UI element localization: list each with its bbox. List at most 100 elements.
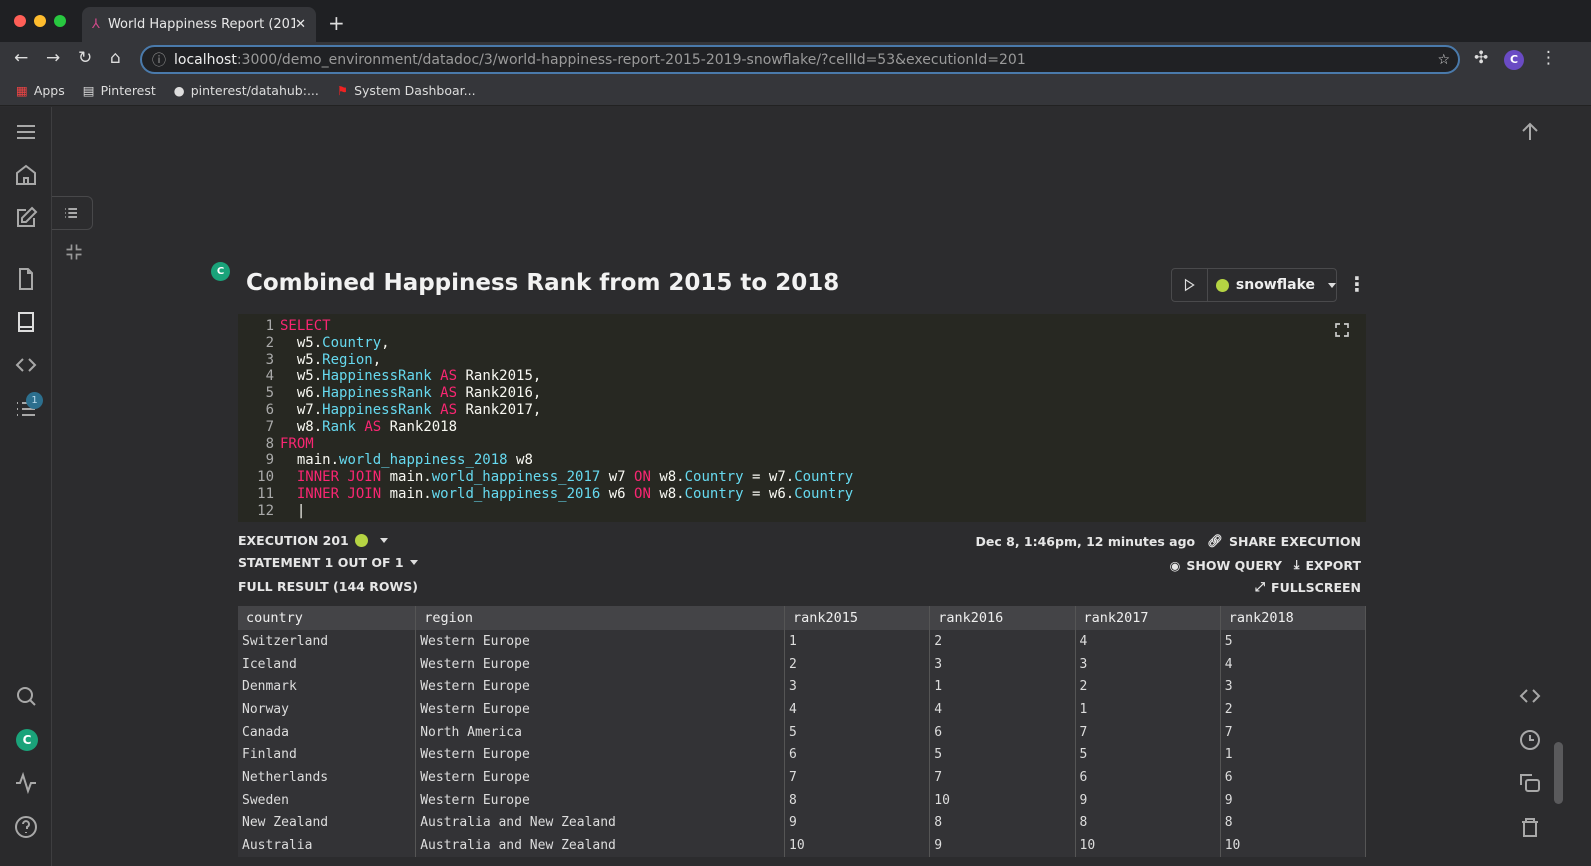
column-header-rank2017[interactable]: rank2017 bbox=[1075, 606, 1221, 630]
edit-icon[interactable] bbox=[14, 206, 38, 230]
expand-editor-icon[interactable] bbox=[1334, 322, 1350, 338]
table-cell[interactable]: New Zealand bbox=[238, 811, 417, 835]
table-cell[interactable]: 7 bbox=[929, 766, 1076, 789]
table-cell[interactable]: North America bbox=[415, 720, 786, 744]
table-cell[interactable]: 4 bbox=[1220, 652, 1367, 676]
table-cell[interactable]: 4 bbox=[784, 698, 931, 721]
table-cell[interactable]: 3 bbox=[1220, 675, 1367, 699]
back-icon[interactable]: ← bbox=[14, 48, 28, 68]
table-cell[interactable]: Western Europe bbox=[415, 743, 786, 767]
table-cell[interactable]: 8 bbox=[1075, 811, 1221, 835]
home-icon[interactable] bbox=[14, 163, 38, 187]
copy-icon[interactable] bbox=[1518, 771, 1542, 795]
table-cell[interactable]: 9 bbox=[929, 834, 1076, 857]
table-cell[interactable]: 3 bbox=[784, 675, 931, 699]
share-execution-button[interactable]: SHARE EXECUTION bbox=[1229, 534, 1361, 549]
column-header-rank2018[interactable]: rank2018 bbox=[1220, 606, 1367, 630]
table-cell[interactable]: 2 bbox=[929, 630, 1076, 653]
execution-selector[interactable]: EXECUTION 201 bbox=[238, 533, 388, 548]
table-cell[interactable]: 1 bbox=[784, 630, 931, 653]
table-cell[interactable]: 1 bbox=[1220, 743, 1367, 767]
table-cell[interactable]: 10 bbox=[1220, 834, 1367, 857]
more-options-icon[interactable]: ⋮ bbox=[1347, 272, 1367, 296]
close-window-button[interactable] bbox=[14, 15, 26, 27]
new-tab-button[interactable]: + bbox=[328, 11, 345, 35]
browser-menu-icon[interactable]: ⋮ bbox=[1540, 48, 1557, 68]
bookmark-datahub[interactable]: ● pinterest/datahub:... bbox=[174, 83, 319, 98]
table-cell[interactable]: 5 bbox=[1220, 630, 1367, 653]
table-cell[interactable]: Western Europe bbox=[415, 788, 786, 812]
bookmark-apps[interactable]: ▦ Apps bbox=[16, 83, 65, 98]
table-cell[interactable]: 8 bbox=[784, 788, 931, 812]
bookmark-system-dashboard[interactable]: ⚑ System Dashboar... bbox=[337, 83, 476, 98]
collapse-icon[interactable] bbox=[64, 242, 84, 262]
table-cell[interactable]: Denmark bbox=[238, 675, 417, 699]
table-cell[interactable]: 9 bbox=[1075, 788, 1221, 812]
reload-icon[interactable]: ↻ bbox=[78, 48, 92, 68]
table-cell[interactable]: Western Europe bbox=[415, 766, 786, 789]
code-icon[interactable] bbox=[1518, 684, 1542, 708]
activity-icon[interactable] bbox=[14, 771, 38, 795]
table-cell[interactable]: Australia bbox=[238, 834, 417, 857]
table-cell[interactable]: 1 bbox=[929, 675, 1076, 699]
table-cell[interactable]: 9 bbox=[784, 811, 931, 835]
table-cell[interactable]: 3 bbox=[1075, 652, 1221, 676]
table-of-contents-button[interactable] bbox=[52, 196, 93, 230]
table-cell[interactable]: Norway bbox=[238, 698, 417, 721]
table-cell[interactable]: Western Europe bbox=[415, 675, 786, 699]
scroll-to-top-icon[interactable] bbox=[1518, 120, 1542, 144]
table-cell[interactable]: Western Europe bbox=[415, 652, 786, 676]
bookmark-pinterest[interactable]: ▤ Pinterest bbox=[83, 83, 156, 98]
table-cell[interactable]: 4 bbox=[929, 698, 1076, 721]
maximize-window-button[interactable] bbox=[54, 15, 66, 27]
cell-title[interactable]: Combined Happiness Rank from 2015 to 201… bbox=[246, 270, 839, 296]
statement-selector[interactable]: STATEMENT 1 OUT OF 1 bbox=[238, 555, 418, 570]
table-cell[interactable]: 5 bbox=[929, 743, 1076, 767]
run-query-button[interactable] bbox=[1172, 269, 1208, 301]
address-bar[interactable]: ⓘ localhost:3000/demo_environment/datado… bbox=[140, 45, 1460, 74]
table-cell[interactable]: 2 bbox=[784, 652, 931, 676]
table-cell[interactable]: Sweden bbox=[238, 788, 417, 812]
delete-trash-icon[interactable] bbox=[1518, 815, 1542, 839]
history-clock-icon[interactable] bbox=[1518, 728, 1542, 752]
table-cell[interactable]: 2 bbox=[1220, 698, 1367, 721]
close-tab-icon[interactable]: ✕ bbox=[295, 17, 306, 32]
table-cell[interactable]: Netherlands bbox=[238, 766, 417, 789]
table-cell[interactable]: 10 bbox=[929, 788, 1076, 812]
table-cell[interactable]: Finland bbox=[238, 743, 417, 767]
table-cell[interactable]: Western Europe bbox=[415, 630, 786, 653]
browser-tab[interactable]: ⅄ World Happiness Report (2015 ✕ bbox=[82, 7, 316, 42]
column-header-rank2015[interactable]: rank2015 bbox=[784, 606, 931, 630]
column-header-rank2016[interactable]: rank2016 bbox=[929, 606, 1076, 630]
home-icon[interactable]: ⌂ bbox=[110, 48, 121, 68]
table-cell[interactable]: 6 bbox=[1220, 766, 1367, 789]
table-cell[interactable]: 7 bbox=[784, 766, 931, 789]
profile-avatar[interactable]: C bbox=[1504, 50, 1524, 70]
menu-icon[interactable] bbox=[14, 120, 38, 144]
table-cell[interactable]: Western Europe bbox=[415, 698, 786, 721]
code-editor[interactable]: 1 SELECT 2 w5. Country, 3 w5. Region, 4 w5. Hap… bbox=[238, 314, 1366, 522]
table-cell[interactable]: 6 bbox=[1075, 766, 1221, 789]
table-cell[interactable]: 6 bbox=[929, 720, 1076, 744]
minimize-window-button[interactable] bbox=[34, 15, 46, 27]
table-cell[interactable]: 7 bbox=[1075, 720, 1221, 744]
table-cell[interactable]: 7 bbox=[1220, 720, 1367, 744]
table-cell[interactable]: Canada bbox=[238, 720, 417, 744]
search-icon[interactable] bbox=[14, 684, 38, 708]
file-icon[interactable] bbox=[14, 267, 38, 291]
table-cell[interactable]: 10 bbox=[1075, 834, 1221, 857]
table-cell[interactable]: 3 bbox=[929, 652, 1076, 676]
fullscreen-button[interactable]: FULLSCREEN bbox=[1271, 580, 1361, 595]
table-cell[interactable]: Iceland bbox=[238, 652, 417, 676]
user-avatar[interactable]: C bbox=[16, 729, 38, 751]
extensions-icon[interactable]: ✣ bbox=[1474, 48, 1488, 68]
table-cell[interactable]: Australia and New Zealand bbox=[415, 811, 786, 835]
table-cell[interactable]: 10 bbox=[784, 834, 931, 857]
table-cell[interactable]: 8 bbox=[1220, 811, 1367, 835]
show-query-button[interactable]: SHOW QUERY bbox=[1186, 558, 1282, 573]
column-header-country[interactable]: country bbox=[238, 606, 417, 630]
table-cell[interactable]: 4 bbox=[1075, 630, 1221, 653]
table-cell[interactable]: 5 bbox=[1075, 743, 1221, 767]
forward-icon[interactable]: → bbox=[46, 48, 60, 68]
engine-selector[interactable]: snowflake bbox=[1208, 269, 1336, 301]
